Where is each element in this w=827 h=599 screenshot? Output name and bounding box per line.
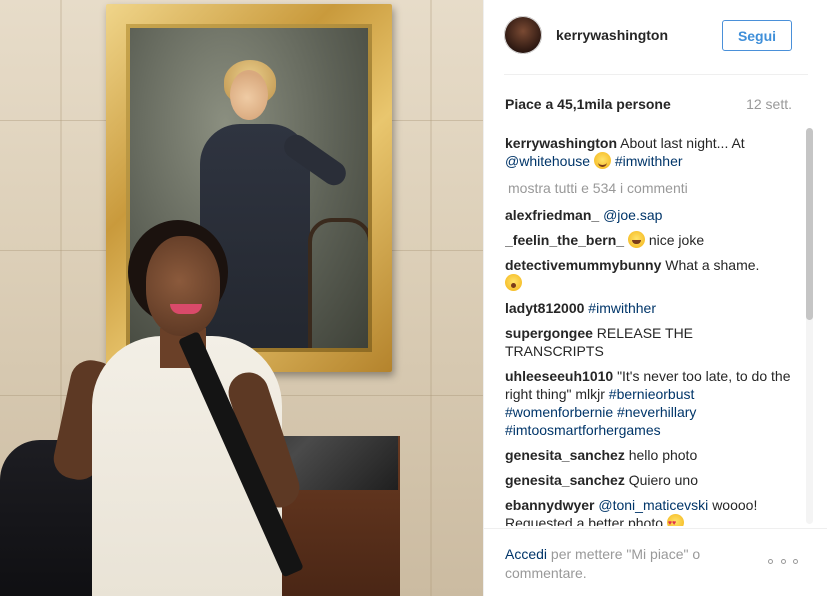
comment-item: _feelin_the_bern_ nice joke	[505, 231, 795, 249]
comment-item: ebannydwyer @toni_maticevski woooo! Requ…	[505, 496, 795, 526]
login-link[interactable]: Accedi	[505, 546, 547, 562]
comment-item: supergongee RELEASE THE TRANSCRIPTS	[505, 324, 795, 360]
comment-username[interactable]: genesita_sanchez	[505, 447, 625, 463]
comment-item: genesita_sanchez hello photo	[505, 446, 795, 464]
caption: kerrywashington About last night... At @…	[505, 134, 795, 170]
comment-username[interactable]: ladyt812000	[505, 300, 584, 316]
portrait-face	[230, 70, 268, 120]
more-dot	[768, 559, 773, 564]
comment-text: What a shame.	[665, 257, 760, 273]
caption-username[interactable]: kerrywashington	[505, 135, 617, 151]
comments-list[interactable]: kerrywashington About last night... At @…	[505, 134, 795, 526]
instagram-post-window: kerrywashington Segui Piace a 45,1mila p…	[0, 0, 827, 599]
caption-hashtag[interactable]: #imwithher	[615, 153, 683, 169]
comment-username[interactable]: _feelin_the_bern_	[505, 232, 624, 248]
comment-item: uhleeseeuh1010 "It's never too late, to …	[505, 367, 795, 439]
show-all-comments-link[interactable]: mostra tutti e 534 i commenti	[508, 179, 795, 197]
comment-item: ladyt812000 #imwithher	[505, 299, 795, 317]
profile-avatar[interactable]	[504, 16, 542, 54]
comment-username[interactable]: uhleeseeuh1010	[505, 368, 613, 384]
post-username[interactable]: kerrywashington	[556, 27, 668, 43]
more-options-icon[interactable]	[768, 559, 798, 567]
smile-emoji-icon	[593, 152, 611, 169]
post-photo[interactable]	[0, 0, 483, 596]
likes-count[interactable]: Piace a 45,1mila persone	[505, 96, 671, 112]
more-dot	[793, 559, 798, 564]
header-divider	[504, 74, 808, 75]
heart-eyes-emoji-icon	[666, 514, 684, 526]
surprised-emoji-icon	[505, 274, 522, 291]
comment-mention[interactable]: @toni_maticevski	[598, 497, 708, 513]
caption-text: About last night... At	[620, 135, 745, 151]
login-prompt: Accedi per mettere "Mi piace" o commenta…	[505, 545, 735, 583]
comment-text: hello photo	[628, 447, 698, 463]
comment-item: genesita_sanchez Quiero uno	[505, 471, 795, 489]
comment-hashtag[interactable]: #imwithher	[588, 300, 656, 316]
comment-username[interactable]: supergongee	[505, 325, 593, 341]
woman-smile	[170, 304, 202, 314]
comment-username[interactable]: detectivemummybunny	[505, 257, 661, 273]
caption-mention[interactable]: @whitehouse	[505, 153, 590, 169]
comment-username[interactable]: ebannydwyer	[505, 497, 594, 513]
post-sidebar: kerrywashington Segui Piace a 45,1mila p…	[483, 0, 827, 596]
comment-item: detectivemummybunny What a shame.	[505, 256, 795, 292]
wall-seam	[430, 0, 432, 596]
post-date[interactable]: 12 sett.	[746, 96, 792, 112]
portrait-frame	[106, 4, 392, 372]
portrait-chair	[308, 218, 368, 348]
comment-item: alexfriedman_ @joe.sap	[505, 206, 795, 224]
woman-face	[146, 236, 220, 336]
comments-scroll-thumb[interactable]	[806, 128, 813, 320]
comment-text: nice joke	[648, 232, 705, 248]
comments-scrollbar[interactable]	[806, 128, 813, 524]
follow-button[interactable]: Segui	[722, 20, 792, 51]
comment-mention[interactable]: @joe.sap	[603, 207, 662, 223]
more-dot	[780, 559, 786, 564]
post-footer: Accedi per mettere "Mi piace" o commenta…	[484, 528, 827, 597]
comment-username[interactable]: genesita_sanchez	[505, 472, 625, 488]
comment-text: Quiero uno	[628, 472, 699, 488]
laughing-emoji-icon	[627, 231, 645, 248]
comment-username[interactable]: alexfriedman_	[505, 207, 599, 223]
post-header: kerrywashington Segui	[484, 0, 827, 74]
